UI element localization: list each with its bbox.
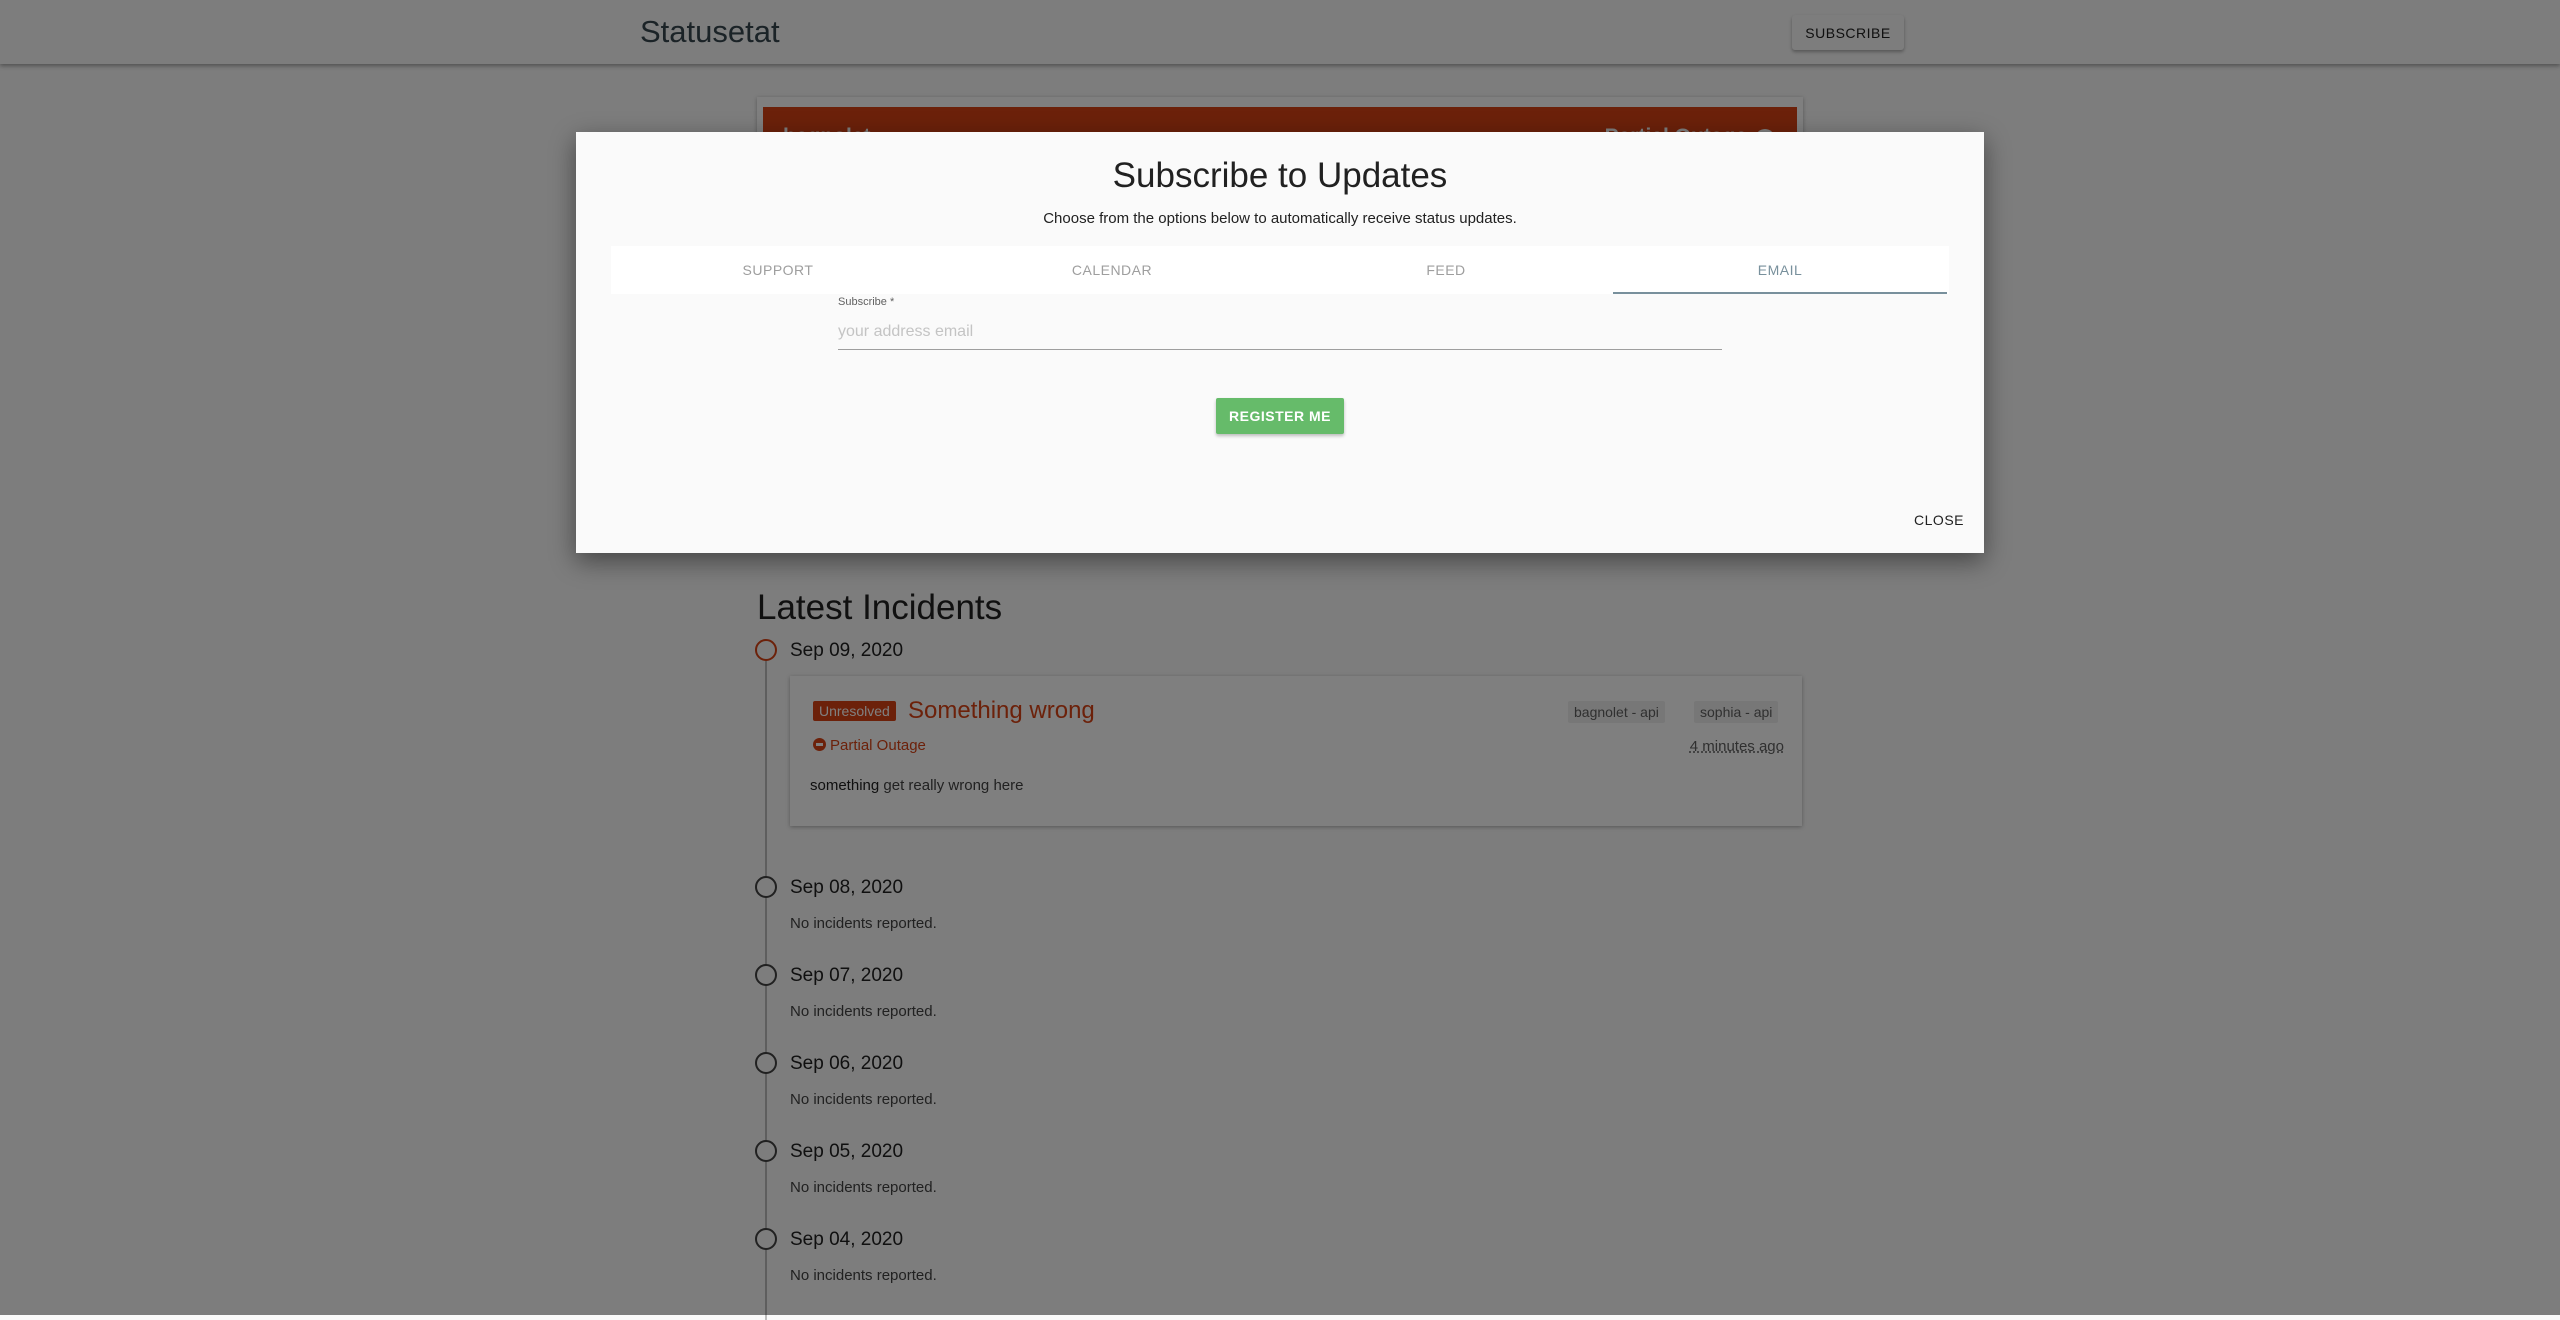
email-field-label: Subscribe * xyxy=(838,296,895,308)
register-button[interactable]: REGISTER ME xyxy=(1216,398,1344,434)
subscribe-dialog: Subscribe to Updates Choose from the opt… xyxy=(576,132,1984,553)
tab-support[interactable]: SUPPORT xyxy=(611,246,945,294)
email-field[interactable] xyxy=(838,315,1722,350)
tab-calendar[interactable]: CALENDAR xyxy=(945,246,1279,294)
dialog-subtitle: Choose from the options below to automat… xyxy=(1043,210,1517,227)
tab-email[interactable]: EMAIL xyxy=(1613,246,1947,294)
subscribe-tabs: SUPPORT CALENDAR FEED EMAIL xyxy=(611,246,1949,294)
close-button[interactable]: CLOSE xyxy=(1914,512,1964,528)
dialog-title: Subscribe to Updates xyxy=(1112,156,1448,195)
tab-feed[interactable]: FEED xyxy=(1279,246,1613,294)
